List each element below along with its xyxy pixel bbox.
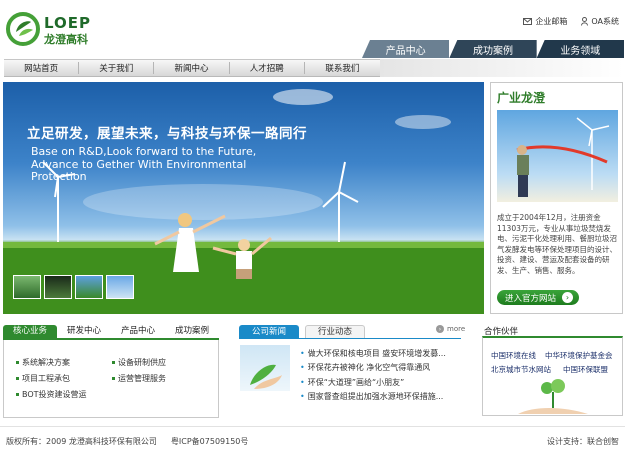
oa-link[interactable]: OA系统 <box>581 16 619 27</box>
news-divider <box>239 338 461 339</box>
mail-link[interactable]: 企业邮箱 <box>523 16 567 27</box>
nav-news[interactable]: 新闻中心 <box>154 62 230 74</box>
partners-box: 中国环境在线 中华环境保护基金会 北京城市节水网站 中国环保联盟 <box>482 336 623 416</box>
arrow-right-icon: › <box>562 292 574 303</box>
core-tabs: 核心业务 研发中心 产品中心 成功案例 <box>3 324 219 338</box>
bullet-icon: • <box>300 377 305 387</box>
tab-cases[interactable]: 成功案例 <box>449 40 537 58</box>
news-item-title: 环保花卉被神化 净化空气得靠通风 <box>307 363 431 373</box>
bullet-icon: • <box>300 363 305 373</box>
news-image <box>240 345 290 391</box>
core-business-box: 系统解决方案 设备研制供应 项目工程承包 运营管理服务 BOT投资建设营运 <box>3 340 219 418</box>
tab-industry-news[interactable]: 行业动态 <box>305 325 366 338</box>
core-item-label: 设备研制供应 <box>118 358 166 367</box>
core-item-label: 系统解决方案 <box>22 358 70 367</box>
core-item-label: 项目工程承包 <box>22 374 70 383</box>
nav-jobs[interactable]: 人才招聘 <box>230 62 305 74</box>
news-plant-image <box>250 364 282 389</box>
news-item[interactable]: • 环保“大道理”画给“小朋友” <box>300 376 462 390</box>
core-item[interactable]: BOT投资建设营运 <box>16 389 87 400</box>
hero-banner: 立足研发，展望未来，与科技与环保一路同行 Base on R&D,Look fo… <box>3 82 484 314</box>
official-site-button-label: 进入官方网站 <box>505 293 557 304</box>
bullet-icon <box>112 361 115 364</box>
nav-home[interactable]: 网站首页 <box>4 62 80 74</box>
tab-core-business[interactable]: 核心业务 <box>3 325 58 338</box>
news-tabs: 公司新闻 行业动态 <box>239 324 366 338</box>
more-link-label: more <box>447 325 466 333</box>
news-item-title: 做大环保和核电项目 盛安环境增发募... <box>307 349 446 358</box>
bullet-icon <box>16 393 19 396</box>
nav-decoration <box>380 59 624 77</box>
partner-link[interactable]: 中华环境保护基金会 <box>545 350 613 361</box>
tab-product-center[interactable]: 产品中心 <box>111 325 165 338</box>
footer-design-credit[interactable]: 设计支持：联合创智 <box>547 436 619 447</box>
partner-link[interactable]: 中国环境在线 <box>491 350 536 361</box>
news-item[interactable]: • 环保花卉被神化 净化空气得靠通风 <box>300 361 462 375</box>
footer-divider <box>0 426 625 427</box>
top-tabs: 产品中心 成功案例 业务领域 <box>362 40 624 58</box>
logo-leaf-icon <box>6 12 40 46</box>
logo-cn-text: 龙澄高科 <box>44 33 88 46</box>
core-item-label: BOT投资建设营运 <box>22 390 87 399</box>
bullet-icon <box>112 377 115 380</box>
bullet-icon: • <box>300 349 305 358</box>
banner-thumbnail[interactable] <box>75 275 103 299</box>
tab-rd-center[interactable]: 研发中心 <box>57 325 111 338</box>
footer-copyright: 版权所有：2009 龙澄高科技环保有限公司 <box>6 437 157 446</box>
tab-products[interactable]: 产品中心 <box>362 40 450 58</box>
news-item[interactable]: • 做大环保和核电项目 盛安环境增发募... <box>300 347 462 361</box>
logo-en-text: LOEP <box>44 14 92 32</box>
banner-thumbnail[interactable] <box>13 275 41 299</box>
top-links: 企业邮箱 OA系统 <box>523 16 619 27</box>
banner-title: 立足研发，展望未来，与科技与环保一路同行 <box>27 126 307 142</box>
tab-success-cases[interactable]: 成功案例 <box>165 325 219 338</box>
banner-thumbnails <box>13 275 134 299</box>
banner-thumbnail[interactable] <box>44 275 72 299</box>
bullet-icon <box>16 377 19 380</box>
more-link[interactable]: › more <box>436 325 465 333</box>
company-logo[interactable]: LOEP 龙澄高科 <box>4 10 114 50</box>
footer-icp[interactable]: 粤ICP备07509150号 <box>171 436 249 447</box>
about-scene-image <box>516 117 610 197</box>
core-item[interactable]: 运营管理服务 <box>112 373 166 384</box>
about-text: 成立于2004年12月，注册资金11303万元，专业从事垃圾焚烧发电、污泥干化处… <box>497 213 617 275</box>
news-item-title: 环保“大道理”画给“小朋友” <box>307 377 405 387</box>
bullet-icon: • <box>300 391 305 401</box>
user-icon <box>581 17 589 26</box>
about-image <box>497 110 618 202</box>
banner-subtitle: Base on R&D,Look forward to the Future, … <box>31 145 257 183</box>
core-item[interactable]: 设备研制供应 <box>112 357 166 368</box>
partner-link[interactable]: 北京城市节水网站 <box>491 364 551 375</box>
nav-contact[interactable]: 联系我们 <box>305 62 380 74</box>
footer-left: 版权所有：2009 龙澄高科技环保有限公司 粤ICP备07509150号 <box>6 436 248 447</box>
more-arrow-icon: › <box>436 325 444 333</box>
partners-hand-image <box>518 379 588 414</box>
core-item-label: 运营管理服务 <box>118 374 166 383</box>
core-item[interactable]: 项目工程承包 <box>16 373 70 384</box>
about-title: 广业龙澄 <box>497 91 546 105</box>
core-item[interactable]: 系统解决方案 <box>16 357 70 368</box>
nav-about[interactable]: 关于我们 <box>79 62 155 74</box>
news-item-title: 国家督查组提出加强水源地环保措施... <box>307 391 444 401</box>
oa-link-label: OA系统 <box>591 17 619 26</box>
main-nav: 网站首页 关于我们 新闻中心 人才招聘 联系我们 <box>4 59 380 77</box>
banner-thumbnail[interactable] <box>106 275 134 299</box>
mail-link-label: 企业邮箱 <box>535 17 568 26</box>
partner-link[interactable]: 中国环保联盟 <box>563 364 608 375</box>
news-list: • 做大环保和核电项目 盛安环境增发募... • 环保花卉被神化 净化空气得靠通风 … <box>300 347 462 404</box>
about-panel: 广业龙澄 成立于2004年12月，注册资金11303万元，专业从事垃圾焚烧发电、… <box>490 82 623 314</box>
bullet-icon <box>16 361 19 364</box>
official-site-button[interactable]: 进入官方网站 › <box>497 290 579 305</box>
tab-company-news[interactable]: 公司新闻 <box>239 325 300 338</box>
mail-icon <box>523 18 533 25</box>
tab-business[interactable]: 业务领域 <box>536 40 624 58</box>
news-item[interactable]: • 国家督查组提出加强水源地环保措施... <box>300 390 462 404</box>
